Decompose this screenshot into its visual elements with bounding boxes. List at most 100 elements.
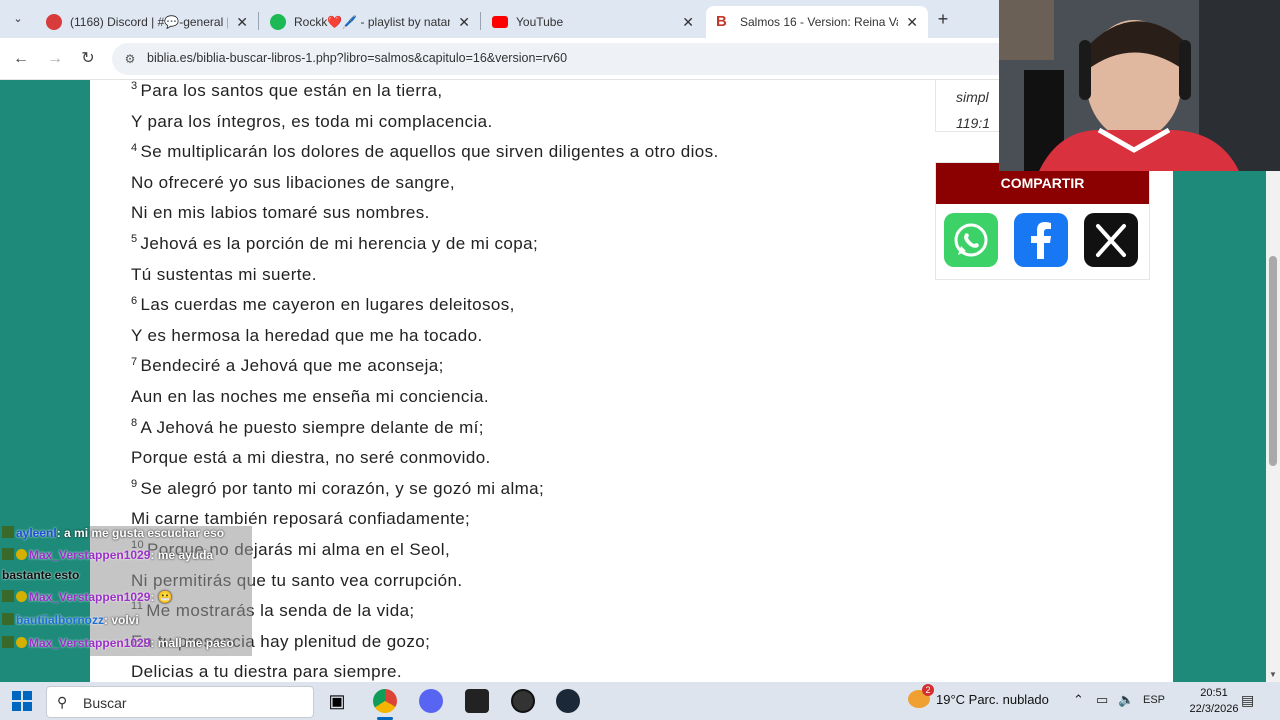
new-tab-button[interactable]: + (932, 8, 954, 30)
tray-chevron-icon[interactable]: ⌃ (1073, 692, 1084, 708)
network-icon[interactable]: ▭ (1096, 692, 1108, 708)
verse-line: 7 Bendeciré a Jehová que me aconseja; (131, 351, 911, 382)
close-icon[interactable]: ✕ (906, 14, 918, 31)
verse-line: Delicias a tu diestra para siempre. (131, 657, 911, 682)
verse-line: 8A Jehová he puesto siempre delante de m… (131, 413, 911, 444)
back-icon[interactable]: ← (10, 48, 32, 70)
tab-title: YouTube (516, 15, 564, 29)
weather-icon: 2 (908, 684, 934, 708)
tab-discord[interactable]: (1168) Discord | #💬-general | ✕ (36, 6, 258, 38)
stream-chat: ayleenl: a mi me gusta escuchar eso Max_V… (0, 526, 252, 656)
weather-widget[interactable]: 2 19°C Parc. nublado (908, 684, 1049, 708)
tab-search-icon[interactable]: ⌄ (8, 9, 28, 29)
verse-number: 3 (131, 80, 138, 93)
close-icon[interactable]: ✕ (682, 14, 694, 31)
spotify-icon (270, 14, 286, 30)
tab-salmos[interactable]: B Salmos 16 - Version: Reina Vale ✕ (706, 6, 928, 38)
taskbar-search[interactable]: ⚲ Buscar (46, 686, 314, 718)
verse-line: 4 Se multiplicarán los dolores de aquello… (131, 137, 911, 168)
chat-username: bautiialbornozz (16, 613, 104, 627)
chat-text: : mall me paso (150, 636, 234, 650)
task-view-icon[interactable]: ▣ (325, 689, 349, 713)
verse-line: Tú sustentas mi suerte. (131, 260, 911, 291)
chat-message: Max_Verstappen1029: 😬 (2, 590, 173, 604)
verse-text: Y es hermosa la heredad que me ha tocado… (131, 325, 483, 345)
volume-icon[interactable]: 🔈 (1118, 692, 1134, 708)
tab-spotify[interactable]: Rockk❤️🖊️ - playlist by natanc ✕ (260, 6, 480, 38)
url-text: biblia.es/biblia-buscar-libros-1.php?lib… (147, 51, 568, 65)
clock-date: 22/3/2026 (1189, 703, 1239, 715)
chrome-icon[interactable] (373, 689, 397, 713)
verse-text: Bendeciré a Jehová que me aconseja; (140, 356, 444, 376)
chat-text: : a mi me gusta escuchar eso (56, 526, 225, 540)
discord-icon (46, 14, 62, 30)
verse-line: 3 Para los santos que están en la tierra, (131, 80, 911, 107)
verse-text: Jehová es la porción de mi herencia y de… (140, 233, 539, 253)
verse-line: Aun en las noches me enseña mi concienci… (131, 382, 911, 413)
verse-line: 9 Se alegró por tanto mi corazón, y se go… (131, 474, 911, 505)
notifications-icon[interactable]: ▤ (1241, 692, 1254, 709)
verse-text: Se alegró por tanto mi corazón, y se goz… (140, 478, 545, 498)
verse-text: Tú sustentas mi suerte. (131, 264, 317, 284)
sub-badge-icon (2, 526, 14, 538)
tab-title: Salmos 16 - Version: Reina Vale (740, 15, 899, 29)
chat-text: : 😬 (150, 590, 173, 604)
verse-text: Y para los íntegros, es toda mi complace… (131, 111, 493, 131)
verse-line: No ofreceré yo sus libaciones de sangre, (131, 168, 911, 199)
verse-line: Y para los íntegros, es toda mi complace… (131, 107, 911, 138)
verse-text: Las cuerdas me cayeron en lugares deleit… (140, 295, 515, 315)
webcam-image (999, 0, 1280, 171)
facebook-share-button[interactable] (1014, 213, 1068, 267)
weather-text: 19°C Parc. nublado (936, 692, 1049, 707)
sub-badge-icon (2, 636, 14, 648)
webcam-overlay (999, 0, 1280, 171)
verse-text: No ofreceré yo sus libaciones de sangre, (131, 172, 456, 192)
verse-line: Ni en mis labios tomaré sus nombres. (131, 198, 911, 229)
scroll-down-icon[interactable]: ▼ (1268, 670, 1278, 679)
verse-line: 6 Las cuerdas me cayeron en lugares delei… (131, 290, 911, 321)
facebook-icon (1014, 213, 1068, 267)
obs-icon[interactable] (511, 689, 535, 713)
verse-text: Para los santos que están en la tierra, (140, 81, 443, 100)
windows-start-icon[interactable] (12, 691, 32, 711)
chat-message: bautiialbornozz: volvi (2, 613, 139, 627)
forward-icon[interactable]: → (44, 48, 66, 70)
site-info-icon[interactable]: ⚙ (122, 51, 138, 67)
search-icon: ⚲ (57, 694, 68, 710)
verse-number: 4 (131, 141, 138, 154)
chat-username: Max_Verstappen1029 (29, 548, 151, 562)
vip-badge-icon (16, 591, 27, 602)
sub-badge-icon (2, 548, 14, 560)
reload-icon[interactable]: ↻ (77, 48, 99, 70)
verse-text: A Jehová he puesto siempre delante de mí… (140, 417, 484, 437)
tab-youtube[interactable]: YouTube ✕ (482, 6, 704, 38)
scrollbar-thumb[interactable] (1269, 256, 1277, 466)
weather-badge: 2 (922, 684, 934, 696)
clock[interactable]: 20:51 22/3/2026 (1186, 685, 1242, 717)
verse-number: 8 (131, 416, 138, 429)
close-icon[interactable]: ✕ (458, 14, 470, 31)
clock-time: 20:51 (1200, 687, 1228, 699)
address-bar[interactable]: ⚙ biblia.es/biblia-buscar-libros-1.php?l… (112, 43, 1012, 75)
chat-text: : volvi (104, 613, 139, 627)
youtube-icon (492, 16, 508, 28)
x-share-button[interactable] (1084, 213, 1138, 267)
share-panel: COMPARTIR (935, 162, 1150, 280)
verse-number: 7 (131, 355, 138, 368)
verse-number: 6 (131, 294, 138, 307)
chat-message: Max_Verstappen1029: mall me paso (2, 636, 234, 650)
whatsapp-share-button[interactable] (944, 213, 998, 267)
close-icon[interactable]: ✕ (236, 14, 248, 31)
chat-username: ayleenl (16, 526, 57, 540)
chat-username: Max_Verstappen1029 (29, 590, 151, 604)
language-indicator[interactable]: ESP (1143, 694, 1165, 706)
epic-games-icon[interactable] (465, 689, 489, 713)
verse-number: 5 (131, 233, 138, 246)
steam-icon[interactable] (556, 689, 580, 713)
chat-message: Max_Verstappen1029: me ayuda (2, 548, 213, 562)
discord-taskbar-icon[interactable] (419, 689, 443, 713)
sub-badge-icon (2, 613, 14, 625)
vip-badge-icon (16, 549, 27, 560)
verse-line: Porque está a mi diestra, no seré conmov… (131, 443, 911, 474)
tab-divider (258, 12, 259, 30)
